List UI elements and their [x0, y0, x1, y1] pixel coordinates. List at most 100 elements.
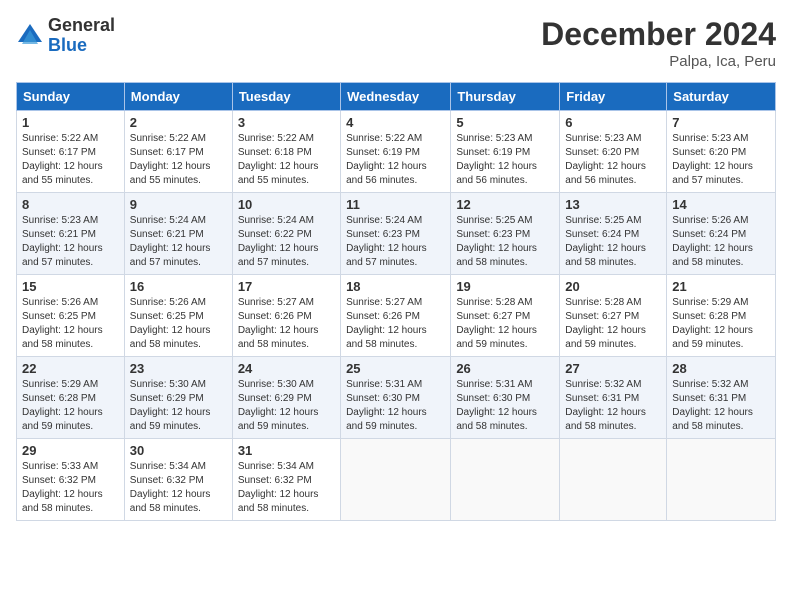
- day-number: 24: [238, 361, 335, 376]
- day-number: 3: [238, 115, 335, 130]
- calendar-day-cell: 28 Sunrise: 5:32 AM Sunset: 6:31 PM Dayl…: [667, 357, 776, 439]
- calendar-week-row: 15 Sunrise: 5:26 AM Sunset: 6:25 PM Dayl…: [17, 275, 776, 357]
- day-number: 11: [346, 197, 445, 212]
- day-info: Sunrise: 5:27 AM Sunset: 6:26 PM Dayligh…: [238, 296, 335, 352]
- day-number: 31: [238, 443, 335, 458]
- day-number: 29: [22, 443, 119, 458]
- calendar-day-cell: 17 Sunrise: 5:27 AM Sunset: 6:26 PM Dayl…: [232, 275, 340, 357]
- calendar-table: SundayMondayTuesdayWednesdayThursdayFrid…: [16, 82, 776, 521]
- calendar-header-thursday: Thursday: [451, 83, 560, 111]
- calendar-header-saturday: Saturday: [667, 83, 776, 111]
- calendar-header-friday: Friday: [560, 83, 667, 111]
- calendar-day-cell: 9 Sunrise: 5:24 AM Sunset: 6:21 PM Dayli…: [124, 193, 232, 275]
- day-info: Sunrise: 5:24 AM Sunset: 6:23 PM Dayligh…: [346, 214, 445, 270]
- day-info: Sunrise: 5:22 AM Sunset: 6:19 PM Dayligh…: [346, 132, 445, 188]
- day-number: 16: [130, 279, 227, 294]
- day-number: 14: [672, 197, 770, 212]
- day-info: Sunrise: 5:28 AM Sunset: 6:27 PM Dayligh…: [456, 296, 554, 352]
- day-number: 7: [672, 115, 770, 130]
- day-info: Sunrise: 5:23 AM Sunset: 6:21 PM Dayligh…: [22, 214, 119, 270]
- calendar-day-cell: 13 Sunrise: 5:25 AM Sunset: 6:24 PM Dayl…: [560, 193, 667, 275]
- day-number: 13: [565, 197, 661, 212]
- day-info: Sunrise: 5:23 AM Sunset: 6:20 PM Dayligh…: [565, 132, 661, 188]
- calendar-day-cell: 6 Sunrise: 5:23 AM Sunset: 6:20 PM Dayli…: [560, 111, 667, 193]
- calendar-week-row: 8 Sunrise: 5:23 AM Sunset: 6:21 PM Dayli…: [17, 193, 776, 275]
- day-number: 8: [22, 197, 119, 212]
- day-info: Sunrise: 5:23 AM Sunset: 6:19 PM Dayligh…: [456, 132, 554, 188]
- day-info: Sunrise: 5:22 AM Sunset: 6:18 PM Dayligh…: [238, 132, 335, 188]
- day-number: 25: [346, 361, 445, 376]
- day-number: 19: [456, 279, 554, 294]
- day-info: Sunrise: 5:30 AM Sunset: 6:29 PM Dayligh…: [238, 378, 335, 434]
- calendar-day-cell: 14 Sunrise: 5:26 AM Sunset: 6:24 PM Dayl…: [667, 193, 776, 275]
- day-number: 22: [22, 361, 119, 376]
- calendar-day-cell: 31 Sunrise: 5:34 AM Sunset: 6:32 PM Dayl…: [232, 439, 340, 521]
- day-number: 17: [238, 279, 335, 294]
- day-info: Sunrise: 5:26 AM Sunset: 6:24 PM Dayligh…: [672, 214, 770, 270]
- calendar-day-cell: 20 Sunrise: 5:28 AM Sunset: 6:27 PM Dayl…: [560, 275, 667, 357]
- day-number: 28: [672, 361, 770, 376]
- calendar-day-cell: 29 Sunrise: 5:33 AM Sunset: 6:32 PM Dayl…: [17, 439, 125, 521]
- calendar-day-cell: [560, 439, 667, 521]
- calendar-day-cell: 18 Sunrise: 5:27 AM Sunset: 6:26 PM Dayl…: [341, 275, 451, 357]
- calendar-header-row: SundayMondayTuesdayWednesdayThursdayFrid…: [17, 83, 776, 111]
- logo-general-text: General: [48, 16, 115, 36]
- day-info: Sunrise: 5:34 AM Sunset: 6:32 PM Dayligh…: [130, 460, 227, 516]
- calendar-day-cell: 22 Sunrise: 5:29 AM Sunset: 6:28 PM Dayl…: [17, 357, 125, 439]
- day-info: Sunrise: 5:33 AM Sunset: 6:32 PM Dayligh…: [22, 460, 119, 516]
- day-info: Sunrise: 5:32 AM Sunset: 6:31 PM Dayligh…: [565, 378, 661, 434]
- day-number: 21: [672, 279, 770, 294]
- calendar-day-cell: 12 Sunrise: 5:25 AM Sunset: 6:23 PM Dayl…: [451, 193, 560, 275]
- calendar-day-cell: 7 Sunrise: 5:23 AM Sunset: 6:20 PM Dayli…: [667, 111, 776, 193]
- calendar-day-cell: 25 Sunrise: 5:31 AM Sunset: 6:30 PM Dayl…: [341, 357, 451, 439]
- logo: General Blue: [16, 16, 115, 56]
- page-title: December 2024: [541, 16, 776, 53]
- calendar-day-cell: 10 Sunrise: 5:24 AM Sunset: 6:22 PM Dayl…: [232, 193, 340, 275]
- calendar-day-cell: 24 Sunrise: 5:30 AM Sunset: 6:29 PM Dayl…: [232, 357, 340, 439]
- day-number: 5: [456, 115, 554, 130]
- calendar-header-monday: Monday: [124, 83, 232, 111]
- day-number: 15: [22, 279, 119, 294]
- day-info: Sunrise: 5:26 AM Sunset: 6:25 PM Dayligh…: [130, 296, 227, 352]
- logo-blue-text: Blue: [48, 36, 115, 56]
- day-number: 9: [130, 197, 227, 212]
- day-number: 18: [346, 279, 445, 294]
- calendar-day-cell: 3 Sunrise: 5:22 AM Sunset: 6:18 PM Dayli…: [232, 111, 340, 193]
- calendar-day-cell: [667, 439, 776, 521]
- day-info: Sunrise: 5:30 AM Sunset: 6:29 PM Dayligh…: [130, 378, 227, 434]
- day-number: 6: [565, 115, 661, 130]
- day-number: 26: [456, 361, 554, 376]
- calendar-day-cell: 19 Sunrise: 5:28 AM Sunset: 6:27 PM Dayl…: [451, 275, 560, 357]
- calendar-day-cell: [341, 439, 451, 521]
- day-number: 1: [22, 115, 119, 130]
- day-info: Sunrise: 5:32 AM Sunset: 6:31 PM Dayligh…: [672, 378, 770, 434]
- logo-icon: [16, 22, 44, 50]
- day-info: Sunrise: 5:29 AM Sunset: 6:28 PM Dayligh…: [672, 296, 770, 352]
- day-info: Sunrise: 5:29 AM Sunset: 6:28 PM Dayligh…: [22, 378, 119, 434]
- calendar-week-row: 1 Sunrise: 5:22 AM Sunset: 6:17 PM Dayli…: [17, 111, 776, 193]
- calendar-week-row: 22 Sunrise: 5:29 AM Sunset: 6:28 PM Dayl…: [17, 357, 776, 439]
- calendar-day-cell: 27 Sunrise: 5:32 AM Sunset: 6:31 PM Dayl…: [560, 357, 667, 439]
- calendar-day-cell: 1 Sunrise: 5:22 AM Sunset: 6:17 PM Dayli…: [17, 111, 125, 193]
- day-number: 12: [456, 197, 554, 212]
- day-info: Sunrise: 5:26 AM Sunset: 6:25 PM Dayligh…: [22, 296, 119, 352]
- calendar-day-cell: 11 Sunrise: 5:24 AM Sunset: 6:23 PM Dayl…: [341, 193, 451, 275]
- day-info: Sunrise: 5:27 AM Sunset: 6:26 PM Dayligh…: [346, 296, 445, 352]
- calendar-day-cell: 30 Sunrise: 5:34 AM Sunset: 6:32 PM Dayl…: [124, 439, 232, 521]
- day-info: Sunrise: 5:22 AM Sunset: 6:17 PM Dayligh…: [22, 132, 119, 188]
- day-number: 2: [130, 115, 227, 130]
- calendar-day-cell: 15 Sunrise: 5:26 AM Sunset: 6:25 PM Dayl…: [17, 275, 125, 357]
- day-info: Sunrise: 5:23 AM Sunset: 6:20 PM Dayligh…: [672, 132, 770, 188]
- day-info: Sunrise: 5:24 AM Sunset: 6:21 PM Dayligh…: [130, 214, 227, 270]
- page-subtitle: Palpa, Ica, Peru: [541, 53, 776, 70]
- calendar-day-cell: 5 Sunrise: 5:23 AM Sunset: 6:19 PM Dayli…: [451, 111, 560, 193]
- calendar-day-cell: 21 Sunrise: 5:29 AM Sunset: 6:28 PM Dayl…: [667, 275, 776, 357]
- calendar-week-row: 29 Sunrise: 5:33 AM Sunset: 6:32 PM Dayl…: [17, 439, 776, 521]
- day-info: Sunrise: 5:25 AM Sunset: 6:23 PM Dayligh…: [456, 214, 554, 270]
- day-info: Sunrise: 5:24 AM Sunset: 6:22 PM Dayligh…: [238, 214, 335, 270]
- calendar-header-wednesday: Wednesday: [341, 83, 451, 111]
- day-number: 23: [130, 361, 227, 376]
- calendar-day-cell: 26 Sunrise: 5:31 AM Sunset: 6:30 PM Dayl…: [451, 357, 560, 439]
- day-number: 30: [130, 443, 227, 458]
- day-info: Sunrise: 5:22 AM Sunset: 6:17 PM Dayligh…: [130, 132, 227, 188]
